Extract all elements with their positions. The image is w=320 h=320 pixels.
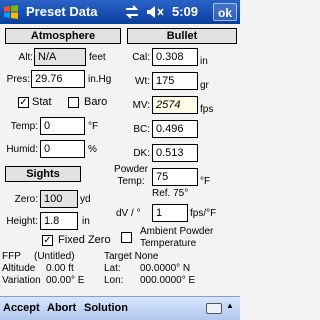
ambient-powder-label-line2: Temperature [140,238,197,249]
height-field[interactable]: 1.8 [40,212,78,230]
bullet-header: Bullet [127,28,237,44]
height-label: Height: [6,216,38,227]
accept-menu[interactable]: Accept [3,302,40,314]
connectivity-icon[interactable] [124,5,140,19]
zero-field[interactable]: 100 [40,190,78,208]
window-title: Preset Data [26,4,98,19]
cal-field[interactable]: 0.308 [152,48,198,66]
checkmark-icon: ✓ [19,97,28,108]
temp-unit: °F [88,121,99,132]
fixed-zero-checkbox[interactable]: ✓ [42,235,53,246]
humid-label: Humid: [6,144,38,155]
cal-unit: in [200,56,208,67]
atmosphere-header: Atmosphere [5,28,121,44]
chevron-up-icon[interactable]: ▲ [226,301,234,310]
altitude-value: 0.00 ft [46,263,74,274]
solution-menu[interactable]: Solution [84,302,128,314]
mv-field[interactable]: 2574 [152,96,198,114]
bc-field[interactable]: 0.496 [152,120,198,138]
height-unit: in [82,216,90,227]
pres-field[interactable]: 29.76 [31,70,85,88]
fixed-zero-label: Fixed Zero [58,234,111,246]
dv-label: dV / ° [116,208,141,219]
dv-field[interactable]: 1 [152,204,188,222]
ok-button[interactable]: ok [213,3,237,21]
dk-label: DK: [133,148,150,159]
keyboard-icon[interactable] [206,303,222,314]
powder-temp-field[interactable]: 75 [152,168,198,186]
baro-checkbox[interactable] [68,97,79,108]
dk-field[interactable]: 0.513 [152,144,198,162]
sights-header: Sights [5,166,81,182]
dv-unit: fps/°F [190,208,217,219]
wt-field[interactable]: 175 [152,72,198,90]
alt-field[interactable]: N/A [34,48,86,66]
checkmark-icon: ✓ [43,235,52,246]
variation-value: 00.00° E [46,275,85,286]
variation-label: Variation [2,275,41,286]
pres-label: Pres: [6,74,30,85]
ffp-text: FFP [2,251,21,262]
stat-label: Stat [32,96,52,108]
altitude-label: Altitude [2,263,36,274]
baro-label: Baro [84,96,108,108]
temp-field[interactable]: 0 [40,117,85,135]
powder-ref-text: Ref. 75° [152,188,189,199]
powder-temp-label-line1: Powder [114,164,148,175]
ambient-powder-checkbox[interactable] [121,232,132,243]
target-text: Target None [104,251,159,262]
zero-label: Zero: [14,194,38,205]
profile-name-text: (Untitled) [34,251,75,262]
bc-label: BC: [133,124,150,135]
stat-checkbox[interactable]: ✓ [18,97,29,108]
humid-unit: % [88,144,97,155]
powder-temp-unit: °F [200,176,211,187]
alt-unit: feet [89,52,106,63]
lat-value: 00.0000° N [140,263,191,274]
windows-start-icon[interactable] [3,4,19,20]
pres-unit: in.Hg [88,74,112,85]
wt-unit: gr [200,80,209,91]
title-bar: Preset Data 5:09 ok [0,0,240,24]
mv-unit: fps [200,104,214,115]
wt-label: Wt: [135,76,150,87]
lat-label: Lat: [104,263,121,274]
powder-temp-label-line2: Temp: [117,176,145,187]
lon-label: Lon: [104,275,124,286]
lon-value: 000.0000° E [140,275,196,286]
mv-label: MV: [132,100,150,111]
zero-unit: yd [80,194,91,205]
humid-field[interactable]: 0 [40,140,85,158]
clock-time[interactable]: 5:09 [172,4,198,19]
volume-icon[interactable] [146,5,166,19]
temp-label: Temp: [10,121,38,132]
menu-bar: Accept Abort Solution ▲ [0,296,240,320]
ambient-powder-label-line1: Ambient Powder [140,226,214,237]
cal-label: Cal: [132,52,150,63]
abort-menu[interactable]: Abort [47,302,76,314]
alt-label: Alt: [18,52,33,63]
